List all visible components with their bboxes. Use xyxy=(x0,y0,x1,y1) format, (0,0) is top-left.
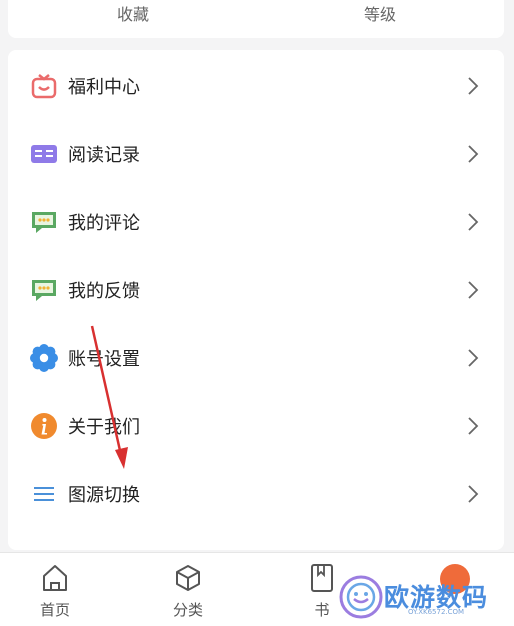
gift-icon xyxy=(30,72,58,100)
tab-label: 分类 xyxy=(172,601,204,619)
book-icon xyxy=(30,140,58,168)
menu-item-reading-history[interactable]: 阅读记录 xyxy=(8,120,504,188)
menu-item-label: 我的评论 xyxy=(68,213,140,234)
info-icon xyxy=(30,412,58,440)
bookshelf-icon xyxy=(311,564,333,592)
cube-icon xyxy=(176,565,200,591)
menu-item-label: 关于我们 xyxy=(68,417,140,438)
chevron-right-icon xyxy=(468,417,479,435)
chevron-right-icon xyxy=(468,349,479,367)
menu-item-label: 图源切换 xyxy=(68,485,140,506)
favorites-label[interactable]: 收藏 xyxy=(117,1,149,25)
comment-icon xyxy=(30,208,58,236)
watermark-url: OY.XK6572.COM xyxy=(408,608,465,616)
stats-card: 收藏 等级 xyxy=(8,0,504,38)
chevron-right-icon xyxy=(468,145,479,163)
watermark: 欧游数码 OY.XK6572.COM xyxy=(336,572,512,622)
tab-category[interactable]: 分类 xyxy=(143,553,233,626)
tab-label: 首页 xyxy=(39,601,71,619)
menu-item-welfare-center[interactable]: 福利中心 xyxy=(8,52,504,120)
chevron-right-icon xyxy=(468,77,479,95)
menu-item-label: 阅读记录 xyxy=(68,145,140,166)
menu-item-my-feedback[interactable]: 我的反馈 xyxy=(8,256,504,324)
menu-item-account-settings[interactable]: 账号设置 xyxy=(8,324,504,392)
watermark-logo-icon xyxy=(339,575,383,619)
chevron-right-icon xyxy=(468,485,479,503)
tab-home[interactable]: 首页 xyxy=(10,553,100,626)
menu-item-label: 福利中心 xyxy=(68,77,140,98)
menu-item-my-comments[interactable]: 我的评论 xyxy=(8,188,504,256)
chevron-right-icon xyxy=(468,213,479,231)
menu-item-about-us[interactable]: 关于我们 xyxy=(8,392,504,460)
home-icon xyxy=(43,565,67,591)
tab-label: 书 xyxy=(314,601,330,619)
level-label[interactable]: 等级 xyxy=(364,1,396,25)
feedback-icon xyxy=(30,276,58,304)
menu-item-label: 我的反馈 xyxy=(68,281,140,302)
menu-list: 福利中心 阅读记录 我的评论 我的反馈 账号设置 关于我们 图源切换 xyxy=(8,50,504,550)
chevron-right-icon xyxy=(468,281,479,299)
menu-item-image-source-switch[interactable]: 图源切换 xyxy=(8,460,504,528)
menu-item-label: 账号设置 xyxy=(68,349,140,370)
gear-icon xyxy=(30,344,58,372)
list-icon xyxy=(30,480,58,508)
